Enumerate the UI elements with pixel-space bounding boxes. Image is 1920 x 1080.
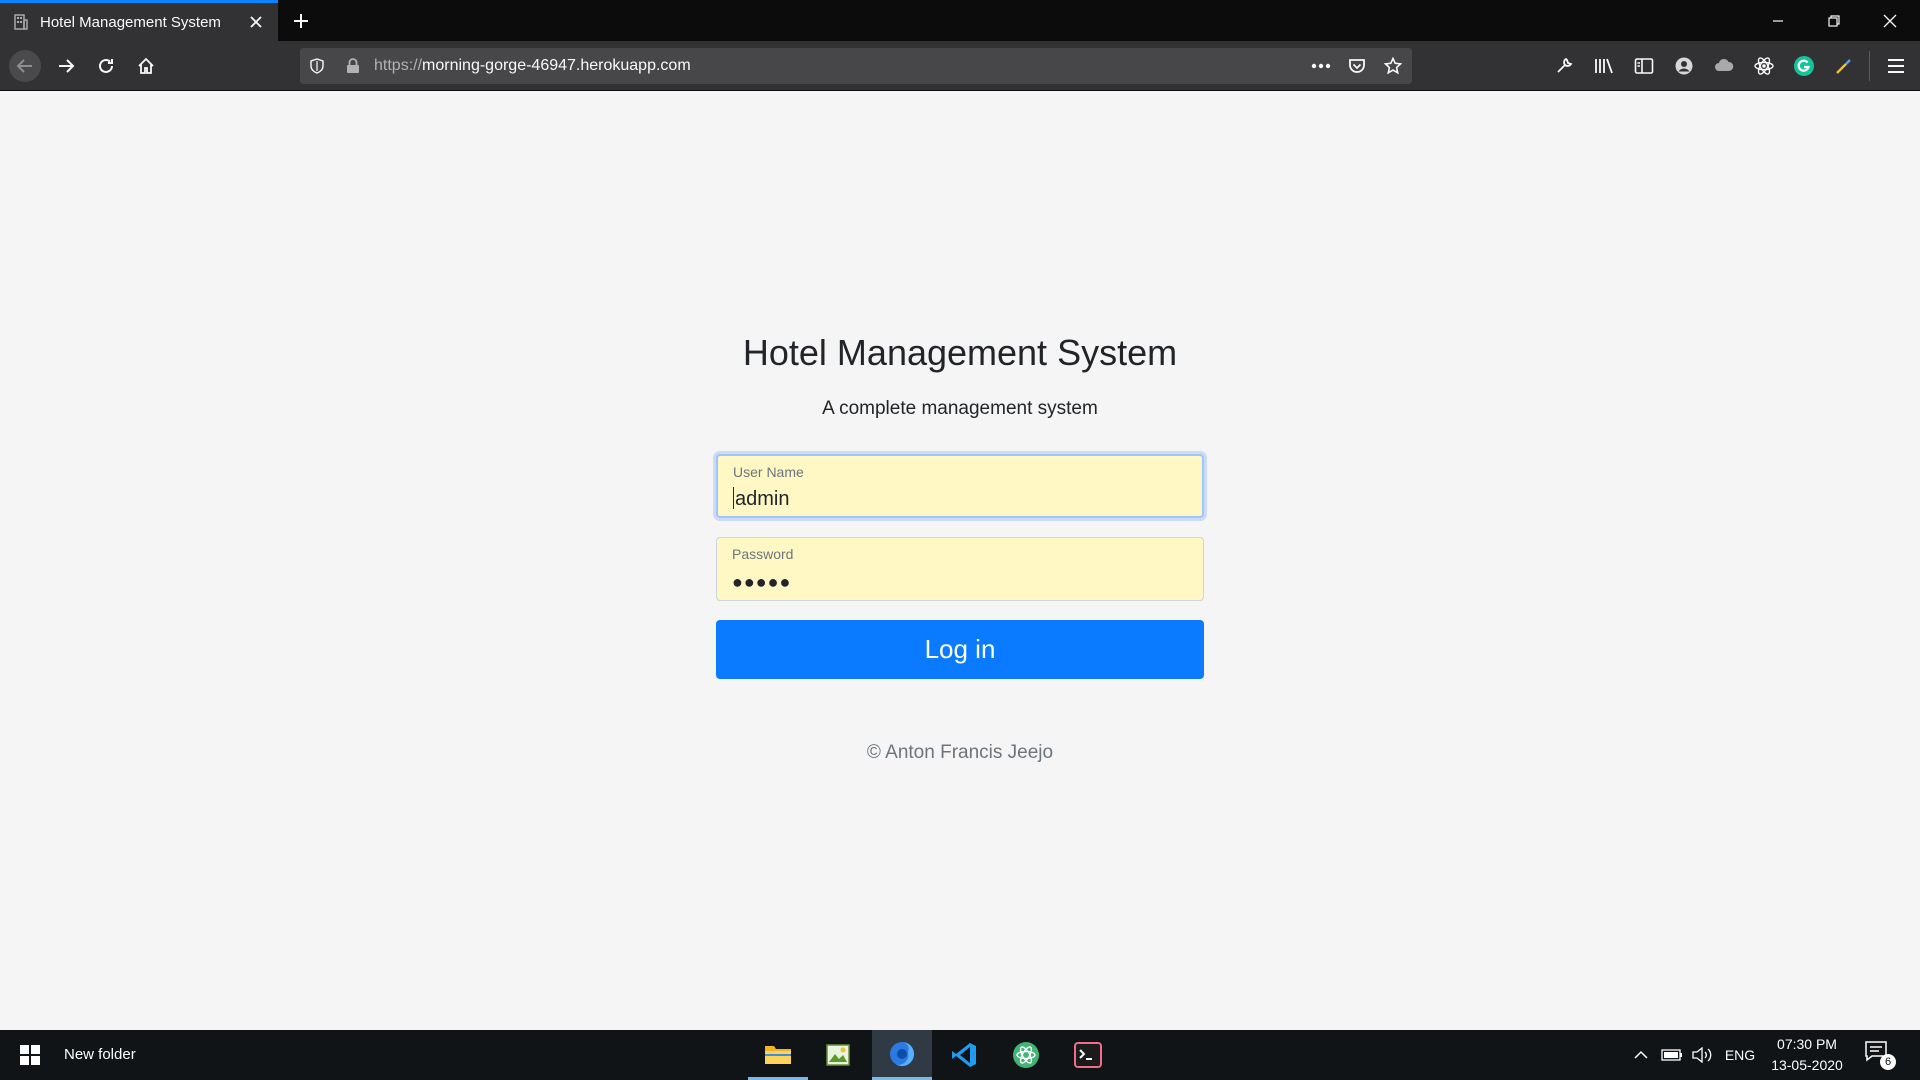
system-clock[interactable]: 07:30 PM 13-05-2020 bbox=[1764, 1034, 1850, 1076]
minimize-icon[interactable] bbox=[1750, 0, 1806, 41]
vscode-icon[interactable] bbox=[934, 1030, 994, 1080]
toolbar-separator bbox=[1869, 51, 1870, 81]
windows-taskbar: New folder ENG 07:30 PM 13-05-2020 6 bbox=[0, 1030, 1920, 1080]
username-field[interactable]: User Name admin bbox=[716, 454, 1204, 518]
tab-hotel-management[interactable]: Hotel Management System bbox=[0, 0, 278, 41]
url-bar[interactable]: https://morning-gorge-46947.herokuapp.co… bbox=[300, 48, 1412, 84]
clock-time: 07:30 PM bbox=[1777, 1036, 1837, 1052]
close-tab-icon[interactable] bbox=[244, 10, 268, 34]
url-host: morning-gorge-46947.herokuapp.com bbox=[422, 57, 691, 74]
copyright-footer: © Anton Francis Jeejo bbox=[866, 742, 1054, 763]
notification-count-badge: 6 bbox=[1880, 1054, 1896, 1070]
sidebar-icon[interactable] bbox=[1632, 54, 1656, 78]
new-tab-icon[interactable] bbox=[288, 8, 314, 34]
volume-icon[interactable] bbox=[1690, 1045, 1714, 1065]
page-actions-icon[interactable] bbox=[1310, 55, 1332, 77]
bookmark-star-icon[interactable] bbox=[1382, 55, 1404, 77]
chevron-up-icon[interactable] bbox=[1630, 1045, 1652, 1065]
reload-icon[interactable] bbox=[90, 50, 122, 82]
battery-icon[interactable] bbox=[1660, 1045, 1684, 1065]
language-indicator[interactable]: ENG bbox=[1722, 1045, 1758, 1065]
lock-icon[interactable] bbox=[342, 55, 364, 77]
terminal-icon[interactable] bbox=[1058, 1030, 1118, 1080]
username-label: User Name bbox=[733, 464, 804, 480]
shield-icon[interactable] bbox=[306, 55, 328, 77]
hamburger-menu-icon[interactable] bbox=[1884, 54, 1908, 78]
text-caret bbox=[733, 487, 734, 509]
url-text: https://morning-gorge-46947.herokuapp.co… bbox=[374, 48, 691, 84]
forward-icon[interactable] bbox=[50, 50, 82, 82]
building-icon bbox=[12, 13, 30, 31]
password-field[interactable]: Password ●●●●● bbox=[716, 537, 1204, 601]
home-icon[interactable] bbox=[130, 50, 162, 82]
password-label: Password bbox=[732, 546, 794, 562]
photos-icon[interactable] bbox=[808, 1030, 868, 1080]
tab-bar: Hotel Management System bbox=[0, 0, 1920, 41]
color-picker-icon[interactable] bbox=[1832, 54, 1856, 78]
library-icon[interactable] bbox=[1592, 54, 1616, 78]
firefox-icon[interactable] bbox=[872, 1030, 932, 1080]
react-devtools-icon[interactable] bbox=[1752, 54, 1776, 78]
grammarly-icon[interactable] bbox=[1792, 54, 1816, 78]
username-text: admin bbox=[735, 488, 790, 510]
pocket-icon[interactable] bbox=[1346, 55, 1368, 77]
tab-title: Hotel Management System bbox=[40, 13, 221, 31]
cloud-extension-icon[interactable] bbox=[1712, 54, 1736, 78]
url-scheme: https:// bbox=[374, 57, 423, 74]
page-title: Hotel Management System bbox=[742, 332, 1178, 373]
close-window-icon[interactable] bbox=[1862, 0, 1918, 41]
back-icon[interactable] bbox=[9, 50, 41, 82]
account-icon[interactable] bbox=[1672, 54, 1696, 78]
login-button[interactable]: Log in bbox=[716, 620, 1204, 679]
windows-start-icon[interactable] bbox=[0, 1030, 60, 1080]
atom-icon[interactable] bbox=[996, 1030, 1056, 1080]
password-input-value[interactable]: ●●●●● bbox=[732, 572, 791, 593]
wrench-icon[interactable] bbox=[1552, 54, 1576, 78]
taskbar-folder-label[interactable]: New folder bbox=[64, 1030, 136, 1080]
navigation-toolbar: https://morning-gorge-46947.herokuapp.co… bbox=[0, 41, 1920, 91]
file-explorer-icon[interactable] bbox=[748, 1030, 808, 1080]
username-input-value[interactable]: admin bbox=[733, 487, 789, 511]
page-subtitle: A complete management system bbox=[822, 398, 1098, 419]
notification-center-icon[interactable]: 6 bbox=[1864, 1040, 1896, 1070]
page-content: Hotel Management System A complete manag… bbox=[0, 92, 1920, 1030]
clock-date: 13-05-2020 bbox=[1771, 1057, 1843, 1073]
restore-icon[interactable] bbox=[1806, 0, 1862, 41]
